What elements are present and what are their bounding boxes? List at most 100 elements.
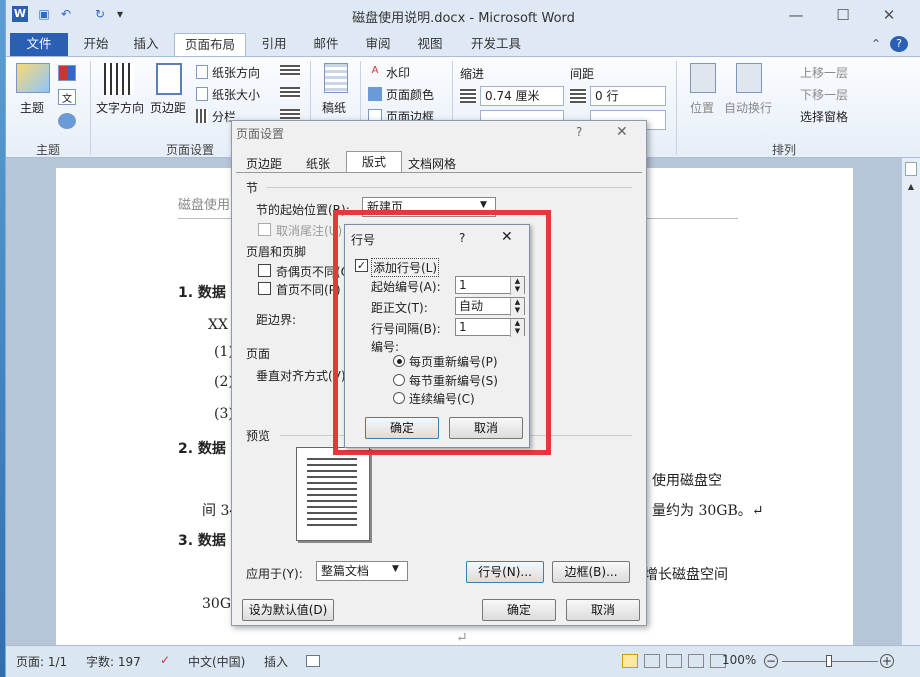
dialog-close-button[interactable]: ✕ — [616, 124, 628, 140]
set-default-button[interactable]: 设为默认值(D) — [242, 599, 334, 621]
proofing-icon[interactable]: ✓ — [160, 653, 170, 667]
theme-colors-icon[interactable] — [58, 65, 76, 81]
tab-developer[interactable]: 开发工具 — [462, 33, 530, 56]
from-text-input[interactable]: 自动 ▲ ▼ — [455, 297, 525, 316]
close-button[interactable]: ✕ — [874, 4, 904, 26]
continuous-radio[interactable] — [393, 392, 405, 404]
text-direction-icon[interactable] — [104, 63, 134, 95]
send-backward-button[interactable]: 下移一层 — [800, 86, 848, 103]
zoom-out-button[interactable]: − — [764, 654, 778, 668]
maximize-button[interactable]: ☐ — [828, 4, 858, 26]
scroll-up-arrow-icon[interactable]: ▲ — [905, 182, 917, 192]
watermark-icon: A — [371, 65, 379, 76]
theme-icon[interactable] — [16, 63, 50, 93]
spinner-icon[interactable]: ▲ ▼ — [510, 319, 524, 337]
size-button[interactable]: 纸张大小 — [212, 86, 260, 103]
spinner-icon[interactable]: ▲ ▼ — [510, 277, 524, 295]
ok-button[interactable]: 确定 — [482, 599, 556, 621]
start-at-input[interactable]: 1 ▲ ▼ — [455, 276, 525, 295]
spinner-icon[interactable]: ▲ ▼ — [510, 298, 524, 316]
web-layout-icon[interactable] — [666, 654, 682, 668]
theme-fonts-icon[interactable]: 文 — [58, 89, 76, 105]
tab-view[interactable]: 视图 — [408, 33, 452, 56]
restart-each-page-radio[interactable] — [393, 355, 405, 367]
indent-left-input[interactable]: 0.74 厘米 — [480, 86, 564, 106]
collapse-ribbon-icon[interactable]: ⌃ — [868, 33, 884, 56]
orientation-button[interactable]: 纸张方向 — [212, 64, 260, 81]
manuscript-button[interactable]: 稿纸 — [322, 99, 346, 116]
wrap-text-icon[interactable] — [736, 63, 762, 93]
section-heading: 节 — [246, 181, 259, 195]
tab-mailings[interactable]: 邮件 — [304, 33, 348, 56]
first-page-checkbox[interactable] — [258, 282, 271, 295]
continuous-label: 连续编号(C) — [409, 392, 475, 406]
zoom-in-button[interactable]: + — [880, 654, 894, 668]
group-label-arrange: 排列 — [772, 143, 797, 157]
zoom-slider-thumb[interactable] — [826, 655, 832, 667]
indent-label: 缩进 — [460, 67, 485, 81]
position-icon[interactable] — [690, 63, 716, 93]
tab-review[interactable]: 审阅 — [356, 33, 400, 56]
restart-each-section-radio[interactable] — [393, 374, 405, 386]
odd-even-checkbox[interactable] — [258, 264, 271, 277]
print-layout-icon[interactable] — [622, 654, 638, 668]
spacing-before-input[interactable]: 0 行 — [590, 86, 666, 106]
macro-recording-icon[interactable] — [306, 655, 320, 667]
margins-icon[interactable] — [156, 63, 182, 95]
language[interactable]: 中文(中国) — [188, 653, 245, 670]
cancel-button[interactable]: 取消 — [449, 417, 523, 439]
count-by-value: 1 — [459, 320, 467, 334]
columns-icon — [196, 109, 208, 123]
page-count[interactable]: 页面: 1/1 — [16, 653, 67, 670]
from-text-value: 自动 — [459, 299, 484, 313]
ok-button[interactable]: 确定 — [365, 417, 439, 439]
baidu-watermark-url: jingyan.baidu.com — [706, 628, 808, 641]
dialog-help-button[interactable]: ? — [576, 125, 582, 139]
preview-heading: 预览 — [246, 429, 271, 443]
wrap-text-button[interactable]: 自动换行 — [724, 99, 772, 116]
header-footer-heading: 页眉和页脚 — [246, 245, 307, 259]
page-color-button[interactable]: 页面颜色 — [386, 86, 434, 103]
cancel-button[interactable]: 取消 — [566, 599, 640, 621]
tab-page-layout[interactable]: 页面布局 — [174, 33, 246, 56]
full-screen-reading-icon[interactable] — [644, 654, 660, 668]
text-direction-button[interactable]: 文字方向 — [96, 99, 144, 116]
tab-paper[interactable]: 纸张 — [306, 155, 330, 172]
line-numbers-button[interactable]: 行号(N)... — [466, 561, 544, 583]
suppress-endnotes-checkbox[interactable] — [258, 223, 271, 236]
theme-button-label[interactable]: 主题 — [20, 99, 44, 116]
tab-layout[interactable]: 版式 — [346, 151, 402, 173]
count-by-input[interactable]: 1 ▲ ▼ — [455, 318, 525, 337]
add-line-numbers-checkbox[interactable]: ✓ — [355, 259, 368, 272]
dialog-help-button[interactable]: ? — [459, 231, 465, 245]
preview-page — [296, 447, 370, 541]
tab-file[interactable]: 文件 — [10, 33, 68, 56]
position-button[interactable]: 位置 — [690, 99, 714, 116]
breaks-icon[interactable] — [280, 65, 300, 77]
numbering-label: 编号: — [371, 340, 400, 354]
line-numbers-icon[interactable] — [280, 87, 300, 99]
tab-home[interactable]: 开始 — [74, 33, 118, 56]
tab-document-grid[interactable]: 文档网格 — [408, 155, 456, 172]
margins-button[interactable]: 页边距 — [150, 99, 186, 116]
bring-forward-button[interactable]: 上移一层 — [800, 64, 848, 81]
theme-effects-icon[interactable] — [58, 113, 76, 129]
selection-pane-button[interactable]: 选择窗格 — [800, 108, 848, 125]
tab-references[interactable]: 引用 — [252, 33, 296, 56]
tab-margins[interactable]: 页边距 — [246, 155, 282, 172]
vertical-scrollbar[interactable]: ▲ — [901, 158, 920, 645]
group-separator — [90, 61, 91, 155]
manuscript-icon[interactable] — [324, 63, 348, 93]
watermark-button[interactable]: 水印 — [386, 64, 410, 81]
zoom-level[interactable]: 100% — [722, 653, 756, 667]
help-icon[interactable]: ? — [890, 36, 908, 52]
word-count[interactable]: 字数: 197 — [86, 653, 141, 670]
tab-insert[interactable]: 插入 — [124, 33, 168, 56]
start-at-label: 起始编号(A): — [371, 280, 441, 294]
ruler-toggle-icon[interactable] — [905, 162, 917, 176]
minimize-button[interactable]: — — [781, 4, 811, 26]
borders-button[interactable]: 边框(B)... — [552, 561, 630, 583]
dialog-close-button[interactable]: ✕ — [501, 229, 513, 245]
insert-mode[interactable]: 插入 — [264, 653, 288, 670]
outline-view-icon[interactable] — [688, 654, 704, 668]
